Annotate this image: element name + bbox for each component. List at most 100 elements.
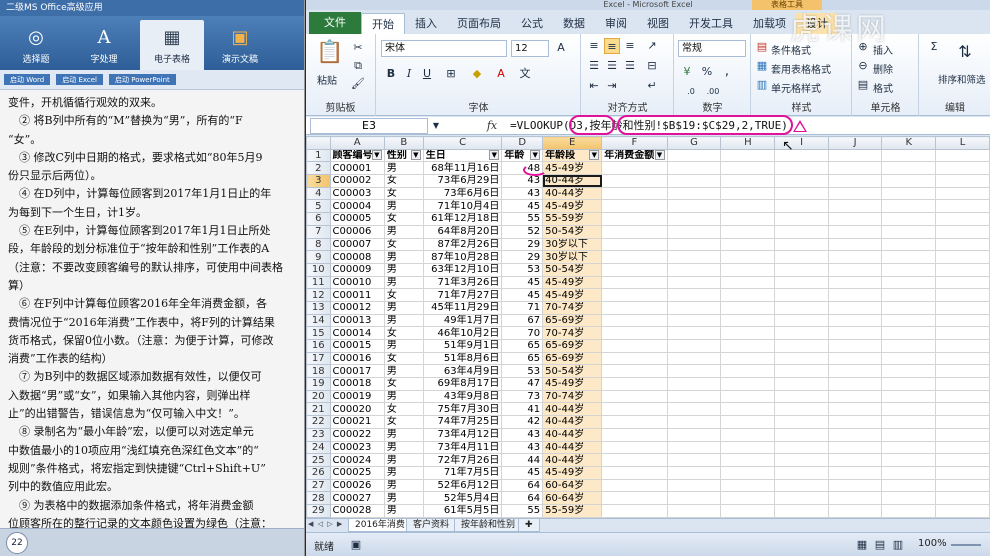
cell[interactable]: 51年8月6日 (422, 351, 503, 366)
cell[interactable]: 男 (383, 161, 424, 176)
cell[interactable] (827, 427, 883, 442)
column-header-j[interactable]: J (827, 136, 883, 150)
cell[interactable]: 29 (501, 237, 544, 252)
select-all-corner[interactable] (306, 136, 331, 150)
cell[interactable] (774, 503, 829, 518)
cell[interactable] (935, 364, 990, 379)
cell[interactable] (881, 300, 937, 315)
cell[interactable]: C00004 (329, 199, 385, 214)
cell[interactable]: 男 (383, 300, 424, 315)
cell[interactable] (601, 491, 668, 505)
cell[interactable] (720, 148, 776, 163)
cond-format-button[interactable]: 条件格式 (771, 42, 811, 57)
cell[interactable] (774, 300, 829, 315)
cell[interactable]: 87年2月26日 (422, 237, 503, 252)
table-format-button[interactable]: 套用表格格式 (771, 61, 831, 76)
cell[interactable]: 男 (383, 503, 424, 518)
cell[interactable] (720, 300, 776, 315)
cell[interactable]: 65-69岁 (542, 339, 603, 353)
cell[interactable]: C00015 (329, 339, 385, 353)
cell[interactable]: 44 (501, 453, 544, 467)
cell[interactable] (666, 313, 722, 328)
filter-dropdown-icon[interactable]: ▼ (410, 150, 421, 161)
cell[interactable] (827, 465, 883, 480)
cell[interactable] (881, 224, 937, 239)
cell[interactable] (720, 453, 776, 467)
cell[interactable] (601, 503, 668, 518)
cell[interactable] (666, 237, 722, 252)
format-painter-icon[interactable]: 🖌 (350, 76, 366, 92)
cell[interactable] (827, 199, 883, 214)
cell[interactable] (935, 389, 990, 404)
page-number[interactable]: 22 (6, 532, 28, 554)
cell[interactable]: 72年7月26日 (422, 453, 503, 467)
cell[interactable]: 47 (501, 377, 544, 391)
cell[interactable]: C00016 (329, 351, 385, 366)
cell[interactable]: 71年7月27日 (422, 288, 503, 302)
cell[interactable]: C00001 (329, 161, 385, 176)
cell[interactable]: 40-44岁 (542, 427, 603, 442)
cell[interactable] (881, 237, 937, 252)
cell[interactable] (720, 503, 776, 518)
cell[interactable] (666, 351, 722, 366)
cell[interactable]: 40-44岁 (542, 440, 603, 455)
cell[interactable]: 51年9月1日 (422, 339, 503, 353)
filter-dropdown-icon[interactable]: ▼ (489, 150, 500, 161)
cell[interactable]: 73 (501, 389, 544, 404)
cell[interactable] (827, 262, 883, 277)
cell[interactable] (601, 313, 668, 328)
cell[interactable] (881, 478, 937, 493)
cell[interactable] (935, 415, 990, 429)
cell[interactable]: 55 (501, 212, 544, 226)
cell[interactable] (827, 440, 883, 455)
cell[interactable] (774, 402, 829, 417)
column-header-e[interactable]: E (542, 136, 603, 150)
cell[interactable]: C00025 (329, 465, 385, 480)
cell[interactable]: 40-44岁 (542, 186, 603, 201)
tab-page-layout[interactable]: 页面布局 (447, 13, 511, 34)
cell[interactable] (666, 288, 722, 302)
row-header[interactable]: 8 (306, 237, 331, 252)
cell[interactable] (935, 275, 990, 290)
cell[interactable]: C00027 (329, 491, 385, 505)
row-header[interactable]: 22 (306, 415, 331, 429)
cell[interactable] (601, 465, 668, 480)
cell[interactable] (666, 402, 722, 417)
cell[interactable] (881, 402, 937, 417)
cell-style-button[interactable]: 单元格样式 (771, 80, 821, 95)
font-size-box[interactable]: 12 (511, 40, 549, 57)
cell[interactable] (720, 491, 776, 505)
cell[interactable] (935, 326, 990, 340)
cell[interactable] (774, 389, 829, 404)
column-header-d[interactable]: D (501, 136, 544, 150)
cell[interactable] (827, 402, 883, 417)
cell[interactable] (827, 351, 883, 366)
cell[interactable] (935, 161, 990, 176)
cell[interactable] (601, 275, 668, 290)
cell[interactable] (601, 478, 668, 493)
cell[interactable] (666, 440, 722, 455)
cell[interactable]: 30岁以下 (542, 237, 603, 252)
tab-formulas[interactable]: 公式 (511, 13, 553, 34)
cut-icon[interactable]: ✂ (350, 40, 366, 56)
normal-view-icon[interactable]: ▦ (854, 537, 870, 553)
cell[interactable] (774, 262, 829, 277)
cell[interactable] (774, 186, 829, 201)
cell[interactable]: 69年8月17日 (422, 377, 503, 391)
cell[interactable] (827, 250, 883, 264)
cell[interactable] (601, 300, 668, 315)
cell[interactable] (935, 199, 990, 214)
cell[interactable]: 46年10月2日 (422, 326, 503, 340)
cell[interactable] (666, 364, 722, 379)
cell[interactable] (720, 288, 776, 302)
cell[interactable]: 61年5月5日 (422, 503, 503, 518)
cell[interactable] (827, 389, 883, 404)
cell[interactable] (774, 465, 829, 480)
tab-data[interactable]: 数据 (553, 13, 595, 34)
cell[interactable]: 70 (501, 326, 544, 340)
cell[interactable] (881, 453, 937, 467)
cell[interactable] (881, 440, 937, 455)
sheet-tab-2016-consumption[interactable]: 2016年消费 (348, 519, 412, 532)
cell[interactable] (720, 161, 776, 176)
cell[interactable]: 74年7月25日 (422, 415, 503, 429)
